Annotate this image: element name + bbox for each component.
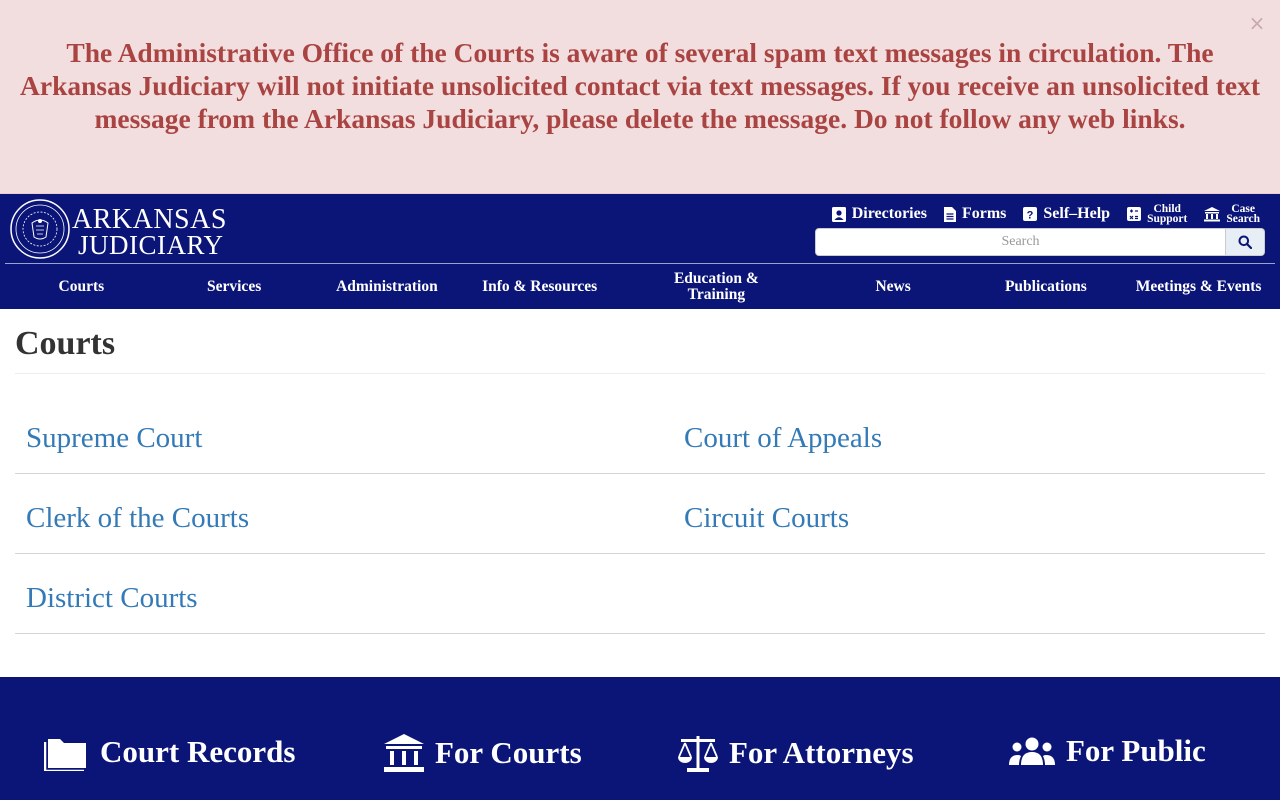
directories-label: Directories: [851, 205, 927, 222]
nav-item-publications[interactable]: Publications: [970, 264, 1123, 309]
site-logo[interactable]: ARKANSAS JUDICIARY: [10, 199, 230, 259]
users-icon: [1009, 737, 1055, 765]
calculator-icon: [1127, 207, 1142, 221]
for-attorneys-link[interactable]: For Attorneys: [677, 733, 914, 773]
courts-link-list: Supreme Court Court of Appeals Clerk of …: [15, 394, 1265, 634]
alert-message: The Administrative Office of the Courts …: [20, 37, 1260, 134]
quick-links-footer: Court Records For Courts For Attorneys F…: [0, 677, 1280, 800]
supreme-court-link[interactable]: Supreme Court: [26, 421, 202, 455]
document-icon: [943, 206, 956, 222]
for-attorneys-label: For Attorneys: [729, 735, 914, 770]
alert-close-button[interactable]: ×: [1248, 12, 1266, 34]
child-support-link[interactable]: Child Support: [1126, 203, 1188, 225]
nav-item-courts[interactable]: Courts: [5, 264, 158, 309]
search-button[interactable]: [1226, 228, 1265, 256]
child-support-line2: Support: [1147, 213, 1188, 225]
nav-item-meetings-events[interactable]: Meetings & Events: [1122, 264, 1275, 309]
child-support-label: Child Support: [1147, 203, 1188, 225]
site-search: [815, 228, 1265, 256]
case-search-link[interactable]: Case Search: [1203, 203, 1260, 225]
circuit-courts-link[interactable]: Circuit Courts: [684, 501, 849, 535]
question-icon: ?: [1023, 207, 1038, 222]
folder-icon: [44, 739, 86, 771]
for-public-label: For Public: [1066, 733, 1206, 768]
directory-icon: [831, 206, 846, 222]
nav-item-education-training[interactable]: Education & Training: [616, 264, 817, 309]
self-help-link[interactable]: ? Self–Help: [1022, 205, 1110, 223]
spam-alert-banner: The Administrative Office of the Courts …: [0, 0, 1280, 194]
self-help-label: Self–Help: [1043, 205, 1111, 222]
scales-icon: [678, 736, 718, 772]
case-search-label: Case Search: [1226, 203, 1260, 225]
nav-item-info-resources[interactable]: Info & Resources: [463, 264, 616, 309]
for-public-link[interactable]: For Public: [1008, 733, 1206, 769]
case-search-line2: Search: [1226, 213, 1260, 225]
district-courts-link[interactable]: District Courts: [26, 581, 198, 615]
courthouse-icon: [384, 734, 424, 772]
page-title: Courts: [15, 325, 116, 362]
link-row: Supreme Court Court of Appeals: [15, 394, 1265, 474]
directories-link[interactable]: Directories: [831, 205, 927, 223]
link-row: Clerk of the Courts Circuit Courts: [15, 474, 1265, 554]
search-input[interactable]: [815, 228, 1226, 256]
court-records-link[interactable]: Court Records: [44, 733, 295, 771]
supreme-court-seal-icon: [10, 199, 70, 259]
title-divider: [15, 373, 1265, 374]
court-records-label: Court Records: [100, 734, 296, 769]
nav-item-administration[interactable]: Administration: [311, 264, 464, 309]
utility-links: Directories Forms ? Self–Help Child Supp: [815, 202, 1260, 226]
main-nav: Courts Services Administration Info & Re…: [5, 264, 1275, 309]
court-of-appeals-link[interactable]: Court of Appeals: [684, 421, 882, 455]
forms-link[interactable]: Forms: [943, 205, 1006, 223]
search-icon: [1238, 235, 1252, 249]
forms-label: Forms: [961, 205, 1007, 222]
svg-text:?: ?: [1027, 210, 1034, 222]
link-row: District Courts: [15, 554, 1265, 634]
logo-text-judiciary: JUDICIARY: [78, 230, 224, 260]
site-header: ARKANSAS JUDICIARY Directories Forms ? S…: [0, 194, 1280, 309]
for-courts-link[interactable]: For Courts: [383, 733, 582, 773]
nav-item-services[interactable]: Services: [158, 264, 311, 309]
for-courts-label: For Courts: [435, 735, 582, 770]
nav-item-news[interactable]: News: [817, 264, 970, 309]
clerk-of-the-courts-link[interactable]: Clerk of the Courts: [26, 501, 249, 535]
courthouse-icon: [1204, 207, 1221, 222]
